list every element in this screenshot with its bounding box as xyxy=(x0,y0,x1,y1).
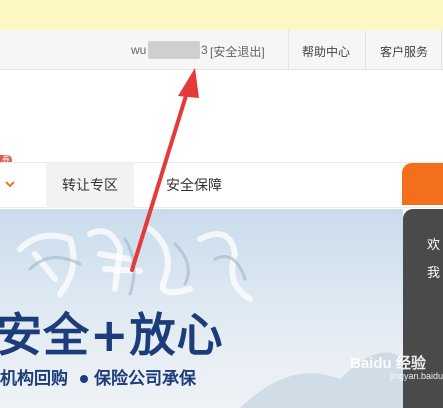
nav-item-transfer-zone[interactable]: 转让专区 xyxy=(46,163,134,208)
orange-side-tab[interactable] xyxy=(402,163,443,205)
logout-link[interactable]: [安全退出] xyxy=(210,43,265,60)
topbar-divider xyxy=(365,30,366,70)
username-prefix: wu xyxy=(131,43,147,57)
topbar-divider xyxy=(288,30,289,70)
hero-subtitle: 机构回购 保险公司承保 xyxy=(0,364,196,389)
nav-item-security[interactable]: 安全保障 xyxy=(166,163,222,208)
top-account-bar: wu 3 [安全退出] 帮助中心 客户服务 xyxy=(0,30,443,70)
top-promo-banner xyxy=(0,0,443,30)
baidu-watermark: Baidu 经验 xyxy=(350,355,426,372)
username-suffix: 3 xyxy=(201,43,208,57)
hero-title: 安全+放心 xyxy=(0,308,224,362)
hero-sub-1: 机构回购 xyxy=(0,369,68,388)
customer-service-link[interactable]: 客户服务 xyxy=(380,43,428,60)
bullet-dot xyxy=(80,374,88,383)
main-nav: 转让专区 安全保障 xyxy=(0,162,443,208)
help-center-link[interactable]: 帮助中心 xyxy=(302,43,350,60)
side-text-line-1: 欢 xyxy=(427,237,441,252)
chevron-down-icon[interactable] xyxy=(4,178,16,190)
hero-sub-2: 保险公司承保 xyxy=(94,369,196,388)
username-redaction xyxy=(148,41,200,59)
topbar-divider xyxy=(441,30,442,70)
baidu-watermark-url: jingyan.baidu.com xyxy=(390,371,443,381)
hero-banner[interactable]: 安全+放心 机构回购 保险公司承保 xyxy=(0,209,403,408)
side-text-line-2: 我 xyxy=(427,265,441,280)
